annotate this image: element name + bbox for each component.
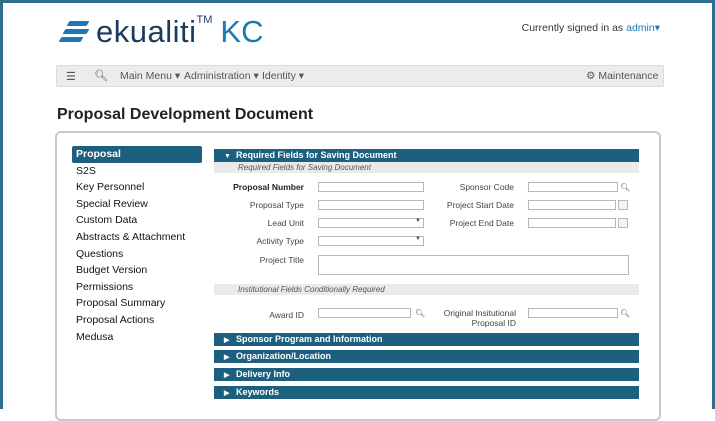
chevron-down-icon: ▾ — [174, 70, 181, 82]
list-icon[interactable]: ☰ — [66, 70, 76, 83]
page-title: Proposal Development Document — [57, 106, 314, 123]
sponsor-code-search-icon[interactable]: 🔍︎ — [620, 183, 630, 192]
sidebar-item-questions[interactable]: Questions — [72, 246, 202, 263]
activity-type-label: Activity Type — [256, 236, 304, 246]
triangle-right-icon: ▶ — [224, 372, 230, 379]
sidebar-item-special-review[interactable]: Special Review — [72, 196, 202, 213]
sidebar-item-proposal[interactable]: Proposal — [72, 146, 202, 163]
proposal-number-label: Proposal Number — [233, 182, 304, 192]
triangle-right-icon: ▶ — [224, 354, 230, 361]
chevron-down-icon: ▾ — [654, 22, 660, 34]
gear-icon: ⚙ — [586, 70, 596, 82]
section-header-sponsor-program[interactable]: ▶ Sponsor Program and Information — [214, 333, 639, 346]
chevron-down-icon: ▾ — [298, 70, 305, 82]
logo-kc-text: KC — [220, 14, 264, 49]
app-logo[interactable]: ekualiti TM KC — [58, 14, 264, 50]
search-icon[interactable]: 🔍︎ — [94, 69, 108, 82]
sidebar-item-medusa[interactable]: Medusa — [72, 329, 202, 346]
user-menu[interactable]: admin▾ — [626, 22, 660, 34]
sidebar-item-key-personnel[interactable]: Key Personnel — [72, 179, 202, 196]
signed-in-status: Currently signed in as admin▾ — [522, 22, 660, 34]
triangle-right-icon: ▶ — [224, 337, 230, 344]
signed-in-username: admin — [626, 22, 655, 34]
project-start-date-label: Project Start Date — [446, 200, 514, 210]
nav-identity[interactable]: Identity ▾ — [262, 70, 304, 82]
project-start-date-input[interactable] — [528, 200, 616, 210]
project-end-date-label: Project End Date — [449, 218, 514, 228]
sidebar-item-custom-data[interactable]: Custom Data — [72, 212, 202, 229]
proposal-type-label: Proposal Type — [249, 200, 304, 210]
dropdown-arrow-icon: ▼ — [415, 218, 421, 224]
project-title-label: Project Title — [259, 255, 304, 265]
original-proposal-id-label: Original Insitutional Proposal ID — [443, 308, 516, 328]
logo-trademark: TM — [196, 14, 213, 26]
section-header-delivery-info[interactable]: ▶ Delivery Info — [214, 368, 639, 381]
calendar-icon[interactable] — [618, 200, 628, 210]
proposal-type-input[interactable] — [318, 200, 424, 210]
award-id-input[interactable] — [318, 308, 411, 318]
award-id-search-icon[interactable]: 🔍︎ — [415, 309, 425, 318]
lead-unit-label: Lead Unit — [267, 218, 304, 228]
section-subheader-required: Required Fields for Saving Document — [214, 162, 639, 173]
original-proposal-id-search-icon[interactable]: 🔍︎ — [620, 309, 630, 318]
section-header-required[interactable]: ▼ Required Fields for Saving Document — [214, 149, 639, 162]
sidebar-item-proposal-actions[interactable]: Proposal Actions — [72, 312, 202, 329]
logo-stripes-icon — [58, 19, 90, 45]
signed-in-label: Currently signed in as — [521, 22, 624, 34]
sidebar-item-s2s[interactable]: S2S — [72, 163, 202, 180]
triangle-right-icon: ▶ — [224, 390, 230, 397]
nav-main-menu[interactable]: Main Menu ▾ — [120, 70, 180, 82]
sponsor-code-label: Sponsor Code — [459, 182, 514, 192]
document-sidebar: Proposal S2S Key Personnel Special Revie… — [72, 146, 202, 345]
sidebar-item-abstracts[interactable]: Abstracts & Attachment — [72, 229, 202, 246]
award-id-label: Award ID — [269, 310, 304, 320]
dropdown-arrow-icon: ▼ — [415, 236, 421, 242]
section-header-organization[interactable]: ▶ Organization/Location — [214, 350, 639, 363]
sponsor-code-input[interactable] — [528, 182, 618, 192]
lead-unit-select[interactable]: ▼ — [318, 218, 424, 228]
nav-maintenance[interactable]: ⚙ Maintenance — [586, 70, 658, 82]
chevron-down-icon: ▾ — [253, 70, 259, 82]
main-navbar: ☰ 🔍︎ Main Menu ▾ Administration ▾ Identi… — [56, 65, 664, 87]
section-header-keywords[interactable]: ▶ Keywords — [214, 386, 639, 399]
project-end-date-input[interactable] — [528, 218, 616, 228]
sidebar-item-permissions[interactable]: Permissions — [72, 279, 202, 296]
original-proposal-id-input[interactable] — [528, 308, 618, 318]
nav-administration[interactable]: Administration ▾ — [184, 70, 259, 82]
section-subheader-institutional: Institutional Fields Conditionally Requi… — [214, 284, 639, 295]
logo-brand-text: ekualiti — [96, 14, 197, 49]
calendar-icon[interactable] — [618, 218, 628, 228]
sidebar-item-budget-version[interactable]: Budget Version — [72, 262, 202, 279]
project-title-textarea[interactable] — [318, 255, 629, 275]
proposal-number-input[interactable] — [318, 182, 424, 192]
activity-type-select[interactable]: ▼ — [318, 236, 424, 246]
sidebar-item-proposal-summary[interactable]: Proposal Summary — [72, 295, 202, 312]
